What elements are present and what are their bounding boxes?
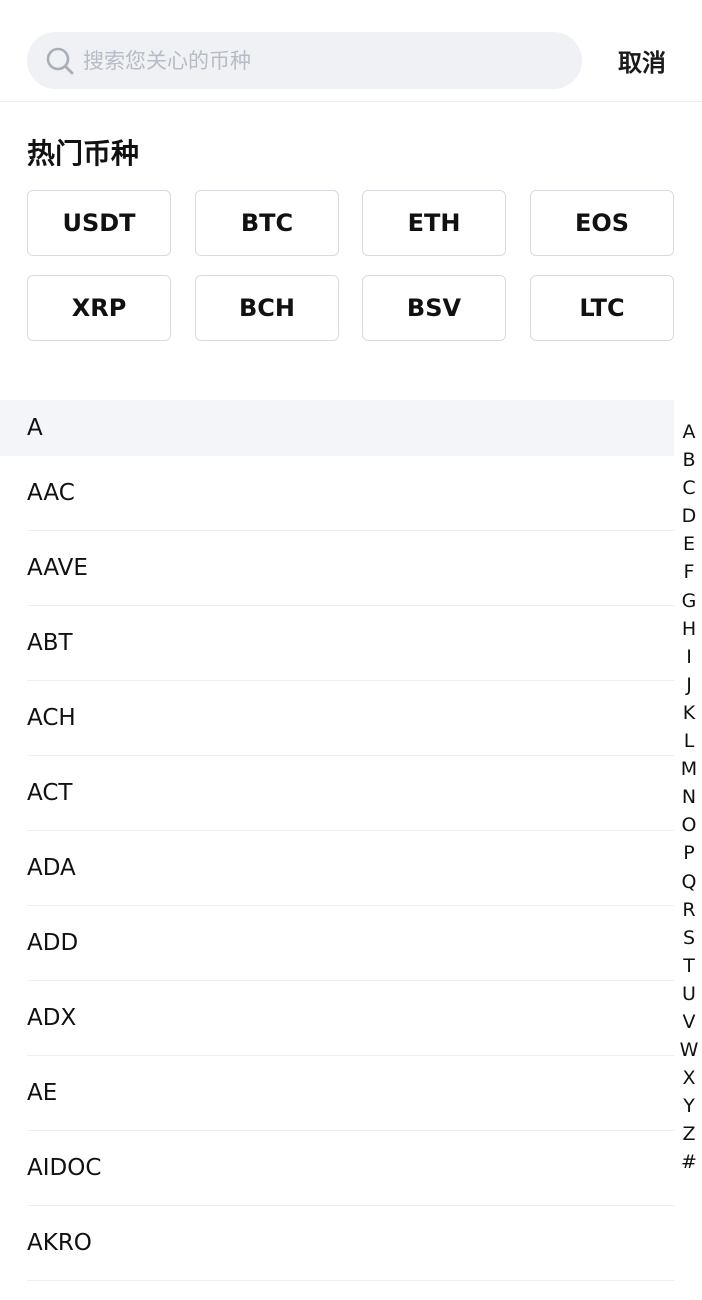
index-letter[interactable]: B <box>682 446 695 474</box>
index-letter[interactable]: U <box>682 980 696 1008</box>
hot-coin-chip[interactable]: XRP <box>27 275 171 341</box>
coin-list-item[interactable]: ADD <box>27 906 674 981</box>
alphabet-index-bar[interactable]: A B C D E F G H I J K L M N O P Q R S T … <box>676 418 702 1177</box>
hot-coin-chip[interactable]: EOS <box>530 190 674 256</box>
coin-list-item[interactable]: AE <box>27 1056 674 1131</box>
hot-coin-chip[interactable]: LTC <box>530 275 674 341</box>
hot-coin-chip[interactable]: ETH <box>362 190 506 256</box>
index-letter[interactable]: M <box>681 755 697 783</box>
index-letter[interactable]: G <box>682 587 697 615</box>
section-header-letter: A <box>0 400 674 456</box>
index-letter[interactable]: K <box>683 699 695 727</box>
index-letter[interactable]: T <box>683 952 695 980</box>
index-letter[interactable]: P <box>683 839 694 867</box>
index-letter[interactable]: # <box>681 1148 697 1176</box>
hot-coins-title: 热门币种 <box>27 137 140 170</box>
hot-coin-chip[interactable]: BSV <box>362 275 506 341</box>
index-letter[interactable]: A <box>683 418 696 446</box>
index-letter[interactable]: V <box>683 1008 696 1036</box>
search-header: 取消 <box>0 0 702 102</box>
search-box[interactable] <box>27 32 582 89</box>
index-letter[interactable]: Z <box>682 1120 695 1148</box>
coin-list: AAC AAVE ABT ACH ACT ADA ADD ADX AE AIDO… <box>27 456 674 1281</box>
coin-list-item[interactable]: ACH <box>27 681 674 756</box>
search-input[interactable] <box>83 32 563 89</box>
index-letter[interactable]: R <box>682 896 695 924</box>
index-letter[interactable]: I <box>686 643 692 671</box>
index-letter[interactable]: J <box>686 671 692 699</box>
index-letter[interactable]: W <box>680 1036 699 1064</box>
index-letter[interactable]: Y <box>683 1092 695 1120</box>
index-letter[interactable]: N <box>682 783 696 811</box>
hot-coin-chip[interactable]: BTC <box>195 190 339 256</box>
index-letter[interactable]: D <box>682 502 697 530</box>
coin-list-item[interactable]: ABT <box>27 606 674 681</box>
index-letter[interactable]: S <box>683 924 695 952</box>
coin-list-item[interactable]: AAVE <box>27 531 674 606</box>
hot-coin-chip[interactable]: BCH <box>195 275 339 341</box>
index-letter[interactable]: Q <box>682 868 697 896</box>
search-icon <box>45 46 75 76</box>
index-letter[interactable]: C <box>682 474 695 502</box>
index-letter[interactable]: L <box>684 727 695 755</box>
index-letter[interactable]: H <box>682 615 696 643</box>
coin-list-item[interactable]: AAC <box>27 456 674 531</box>
index-letter[interactable]: O <box>682 811 697 839</box>
coin-list-item[interactable]: ADX <box>27 981 674 1056</box>
index-letter[interactable]: E <box>683 530 695 558</box>
hot-coin-chip[interactable]: USDT <box>27 190 171 256</box>
cancel-button[interactable]: 取消 <box>604 38 680 82</box>
index-letter[interactable]: X <box>682 1064 695 1092</box>
coin-list-item[interactable]: AIDOC <box>27 1131 674 1206</box>
coin-list-item[interactable]: AKRO <box>27 1206 674 1281</box>
coin-list-item[interactable]: ACT <box>27 756 674 831</box>
index-letter[interactable]: F <box>684 558 695 586</box>
coin-list-item[interactable]: ADA <box>27 831 674 906</box>
